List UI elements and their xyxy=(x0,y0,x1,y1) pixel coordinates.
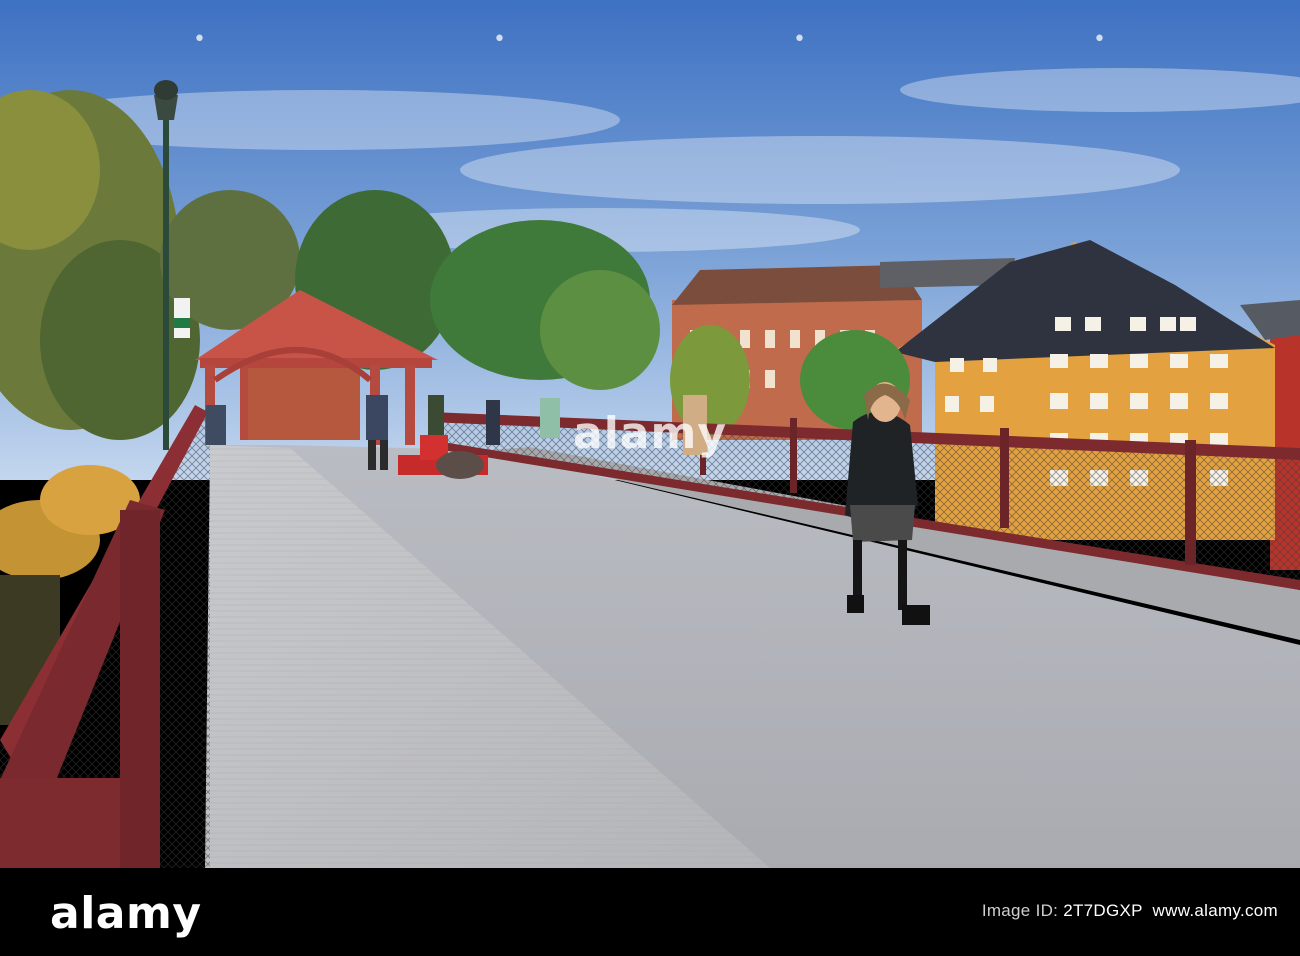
image-id-value: 2T7DGXP xyxy=(1063,901,1143,920)
watermark-marker: • xyxy=(793,27,806,52)
watermark-marker: • xyxy=(493,27,506,52)
stock-photo-frame: • • • • alamy alamy Image ID: 2T7DGXP ww… xyxy=(0,0,1300,956)
watermark-logo: alamy xyxy=(573,408,727,459)
watermark-marker: • xyxy=(193,27,206,52)
watermark-marker-row: • • • • xyxy=(0,28,1300,58)
watermark-marker: • xyxy=(1093,27,1106,52)
footer-url[interactable]: www.alamy.com xyxy=(1153,901,1278,920)
footer-logo: alamy xyxy=(50,888,202,939)
image-id-label: Image ID: xyxy=(981,901,1064,920)
footer-caption: Image ID: 2T7DGXP www.alamy.com xyxy=(982,901,1278,921)
caption-separator xyxy=(1143,901,1153,920)
stock-footer-bar: alamy Image ID: 2T7DGXP www.alamy.com xyxy=(0,868,1300,956)
